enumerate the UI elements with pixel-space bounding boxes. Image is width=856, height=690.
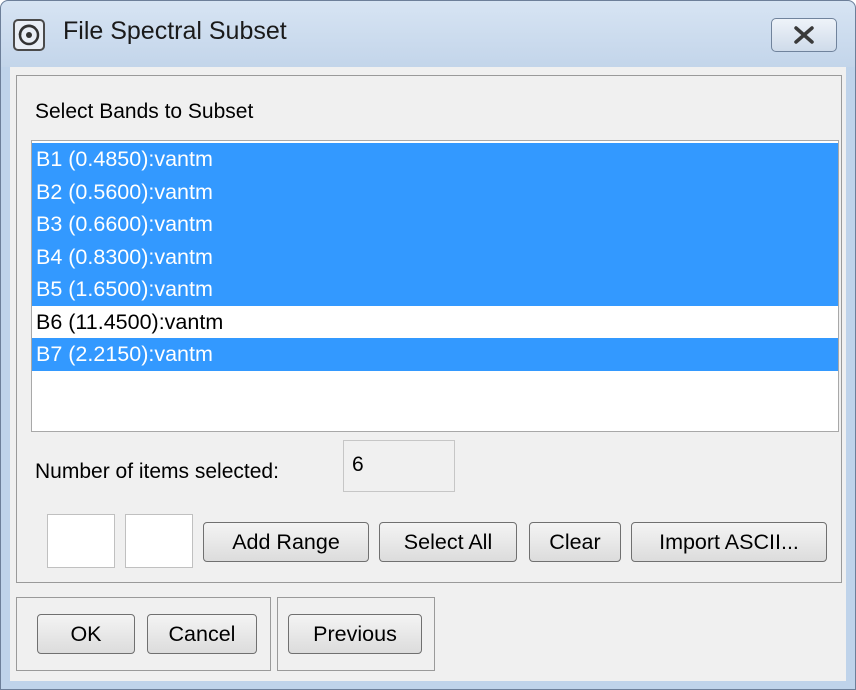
band-selection-group: Select Bands to Subset B1 (0.4850):vantm… <box>16 75 842 583</box>
title-bar[interactable]: File Spectral Subset <box>1 1 855 67</box>
band-list-item[interactable]: B5 (1.6500):vantm <box>32 273 838 306</box>
ok-button[interactable]: OK <box>37 614 135 654</box>
band-list-item[interactable]: B6 (11.4500):vantm <box>32 305 838 338</box>
range-end-input[interactable] <box>125 514 193 568</box>
previous-group: Previous <box>277 597 435 671</box>
band-list[interactable]: B1 (0.4850):vantm B2 (0.5600):vantm B3 (… <box>31 140 839 432</box>
close-x-icon <box>794 26 814 44</box>
previous-button[interactable]: Previous <box>288 614 422 654</box>
dialog-body: Select Bands to Subset B1 (0.4850):vantm… <box>10 67 846 681</box>
ok-cancel-group: OK Cancel <box>16 597 271 671</box>
close-button[interactable] <box>771 18 837 52</box>
band-list-item[interactable]: B7 (2.2150):vantm <box>32 338 838 371</box>
file-spectral-subset-dialog: File Spectral Subset Select Bands to Sub… <box>0 0 856 690</box>
band-list-item[interactable]: B2 (0.5600):vantm <box>32 175 838 208</box>
items-selected-count: 6 <box>343 440 455 492</box>
range-start-input[interactable] <box>47 514 115 568</box>
window-title: File Spectral Subset <box>63 17 287 45</box>
band-list-item[interactable]: B1 (0.4850):vantm <box>32 143 838 176</box>
band-list-item[interactable]: B4 (0.8300):vantm <box>32 240 838 273</box>
cancel-button[interactable]: Cancel <box>147 614 257 654</box>
clear-button[interactable]: Clear <box>529 522 621 562</box>
band-list-item[interactable]: B3 (0.6600):vantm <box>32 208 838 241</box>
select-all-button[interactable]: Select All <box>379 522 517 562</box>
items-selected-label: Number of items selected: <box>35 460 279 483</box>
import-ascii-button[interactable]: Import ASCII... <box>631 522 827 562</box>
bands-label: Select Bands to Subset <box>35 100 254 123</box>
app-icon <box>13 19 45 51</box>
add-range-button[interactable]: Add Range <box>203 522 369 562</box>
